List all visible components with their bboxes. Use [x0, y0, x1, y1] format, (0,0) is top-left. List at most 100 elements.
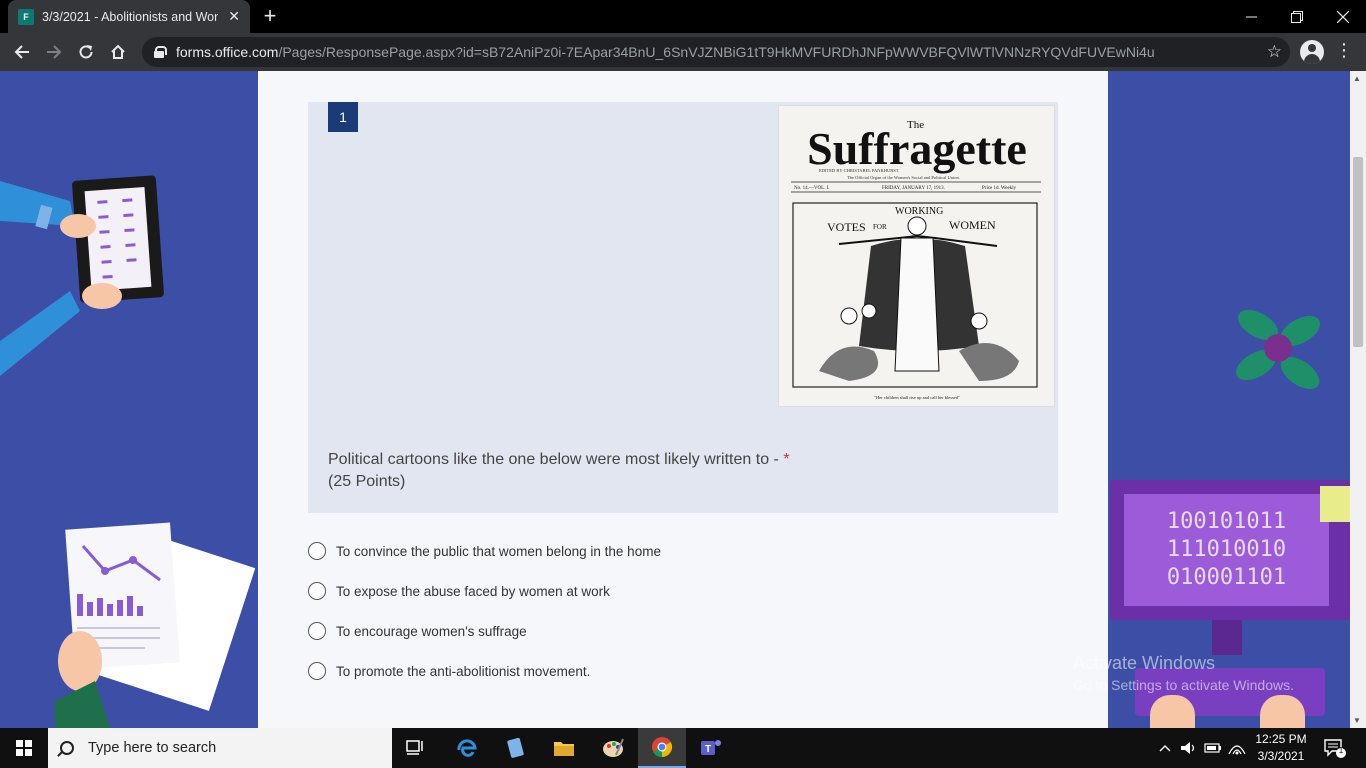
tab-close-icon[interactable]: ✕ — [228, 8, 240, 25]
network-button[interactable] — [1226, 728, 1248, 768]
watermark-title: Activate Windows — [1073, 653, 1216, 673]
binary-line: 111010010 — [1166, 537, 1287, 562]
watermark-subtitle: Go to Settings to activate Windows. — [1073, 677, 1294, 693]
scroll-up-arrow-icon[interactable]: ▲ — [1353, 74, 1361, 83]
answer-options: To convince the public that women belong… — [308, 531, 1008, 691]
chevron-up-icon — [1159, 745, 1171, 752]
close-window-button[interactable] — [1320, 0, 1366, 33]
arrow-left-icon — [14, 45, 29, 59]
forward-button[interactable] — [42, 40, 66, 64]
minimize-icon — [1245, 16, 1257, 18]
browser-tab[interactable]: F 3/3/2021 - Abolitionists and Wor ✕ — [8, 0, 250, 33]
chrome-icon — [652, 737, 673, 758]
issue-number: No. 14.—VOL. I. — [794, 186, 830, 191]
taskbar-paint[interactable] — [589, 728, 637, 768]
battery-button[interactable] — [1202, 728, 1224, 768]
taskbar-chrome[interactable] — [638, 728, 686, 768]
notification-center-button[interactable]: 1 — [1322, 736, 1346, 760]
binary-line: 100101011 — [1166, 509, 1287, 534]
arrow-right-icon — [47, 45, 62, 59]
required-marker: * — [783, 451, 790, 468]
sticky-note — [1320, 486, 1350, 522]
task-view-icon — [406, 740, 423, 755]
minimize-button[interactable] — [1228, 0, 1274, 33]
restore-icon — [1291, 10, 1303, 23]
question-prompt: Political cartoons like the one below we… — [328, 451, 784, 468]
browser-menu-icon[interactable]: ⋮ — [1334, 40, 1354, 64]
banner-working: WORKING — [895, 206, 943, 217]
browser-toolbar: forms.office.com/Pages/ResponsePage.aspx… — [0, 33, 1366, 71]
reload-button[interactable] — [74, 40, 98, 64]
radio-button[interactable] — [308, 622, 326, 640]
answer-option-4[interactable]: To promote the anti-abolitionist movemen… — [308, 651, 1008, 691]
monitor-stand — [1212, 620, 1242, 655]
speaker-icon — [1181, 742, 1195, 754]
restore-button[interactable] — [1274, 0, 1320, 33]
hand-left — [1150, 695, 1195, 728]
banner-women: WOMEN — [949, 218, 996, 232]
new-tab-button[interactable]: + — [258, 5, 282, 29]
option-label: To encourage women's suffrage — [336, 623, 527, 639]
radio-button[interactable] — [308, 662, 326, 680]
taskbar-app-tablet[interactable] — [491, 728, 539, 768]
home-icon — [111, 44, 125, 59]
search-placeholder: Type here to search — [88, 740, 217, 756]
profile-avatar-icon[interactable] — [1300, 40, 1324, 64]
activate-windows-watermark: Activate Windows Go to Settings to activ… — [1073, 653, 1294, 693]
taskbar-file-explorer[interactable] — [540, 728, 588, 768]
hand-right — [1260, 695, 1305, 728]
bookmark-star-icon[interactable]: ☆ — [1267, 42, 1282, 62]
question-image: The Suffragette EDITED BY CHRISTABEL PAN… — [778, 105, 1055, 407]
paint-palette-icon — [603, 738, 624, 757]
search-icon — [60, 741, 74, 755]
question-card: 1 The Suffragette EDITED BY CHRISTABEL P… — [308, 102, 1058, 513]
clock-time: 12:25 PM — [1255, 732, 1307, 746]
answer-option-2[interactable]: To expose the abuse faced by women at wo… — [308, 571, 1008, 611]
task-view-button[interactable] — [392, 728, 440, 768]
taskbar-edge[interactable] — [443, 728, 491, 768]
taskbar-search-box[interactable]: Type here to search — [48, 728, 392, 768]
show-hidden-icons-button[interactable] — [1155, 728, 1175, 768]
page-viewport: 100101011 111010010 010001101 1 The Suff… — [0, 71, 1350, 728]
svg-text:T: T — [705, 744, 711, 755]
battery-icon — [1204, 743, 1221, 753]
address-bar[interactable]: forms.office.com/Pages/ResponsePage.aspx… — [142, 37, 1290, 67]
windows-taskbar: Type here to search T 12:25 PM 3/3/2021 … — [0, 728, 1366, 768]
taskbar-teams[interactable]: T — [687, 728, 735, 768]
system-clock[interactable]: 12:25 PM 3/3/2021 — [1250, 731, 1312, 765]
start-button[interactable] — [0, 728, 48, 768]
reload-icon — [79, 45, 93, 59]
monitor-screen: 100101011 111010010 010001101 — [1124, 494, 1329, 606]
option-label: To expose the abuse faced by women at wo… — [336, 583, 610, 599]
scroll-thumb[interactable] — [1353, 157, 1363, 347]
banner-for: FOR — [873, 223, 887, 231]
answer-option-1[interactable]: To convince the public that women belong… — [308, 531, 1008, 571]
masthead-organ: The Official Organ of the Women's Social… — [847, 175, 960, 180]
form-panel: 1 The Suffragette EDITED BY CHRISTABEL P… — [258, 71, 1108, 728]
issue-date: FRIDAY, JANUARY 17, 1913. — [882, 186, 945, 191]
close-icon — [1337, 10, 1349, 23]
teams-icon: T — [701, 740, 721, 755]
volume-button[interactable] — [1178, 728, 1200, 768]
issue-price: Price 1d. Weekly — [982, 186, 1017, 191]
option-label: To convince the public that women belong… — [336, 543, 661, 559]
wifi-icon — [1228, 745, 1246, 755]
answer-option-3[interactable]: To encourage women's suffrage — [308, 611, 1008, 651]
question-text: Political cartoons like the one below we… — [328, 449, 1028, 493]
chart-papers-illustration — [55, 522, 255, 728]
edge-icon — [457, 739, 477, 757]
page-scrollbar[interactable]: ▲ ▼ — [1350, 71, 1366, 728]
binary-line: 010001101 — [1166, 565, 1287, 590]
windows-logo-icon — [16, 740, 32, 756]
radio-button[interactable] — [308, 542, 326, 560]
question-points: (25 Points) — [328, 473, 406, 490]
cartoon-caption: "Her children shall rise up and call her… — [874, 395, 960, 400]
browser-tab-bar: F 3/3/2021 - Abolitionists and Wor ✕ + — [0, 0, 1366, 33]
notification-count: 1 — [1338, 746, 1344, 755]
home-button[interactable] — [106, 40, 130, 64]
radio-button[interactable] — [308, 582, 326, 600]
lock-icon — [154, 46, 167, 58]
option-label: To promote the anti-abolitionist movemen… — [336, 663, 591, 679]
back-button[interactable] — [10, 40, 34, 64]
scroll-down-arrow-icon[interactable]: ▼ — [1353, 716, 1361, 725]
